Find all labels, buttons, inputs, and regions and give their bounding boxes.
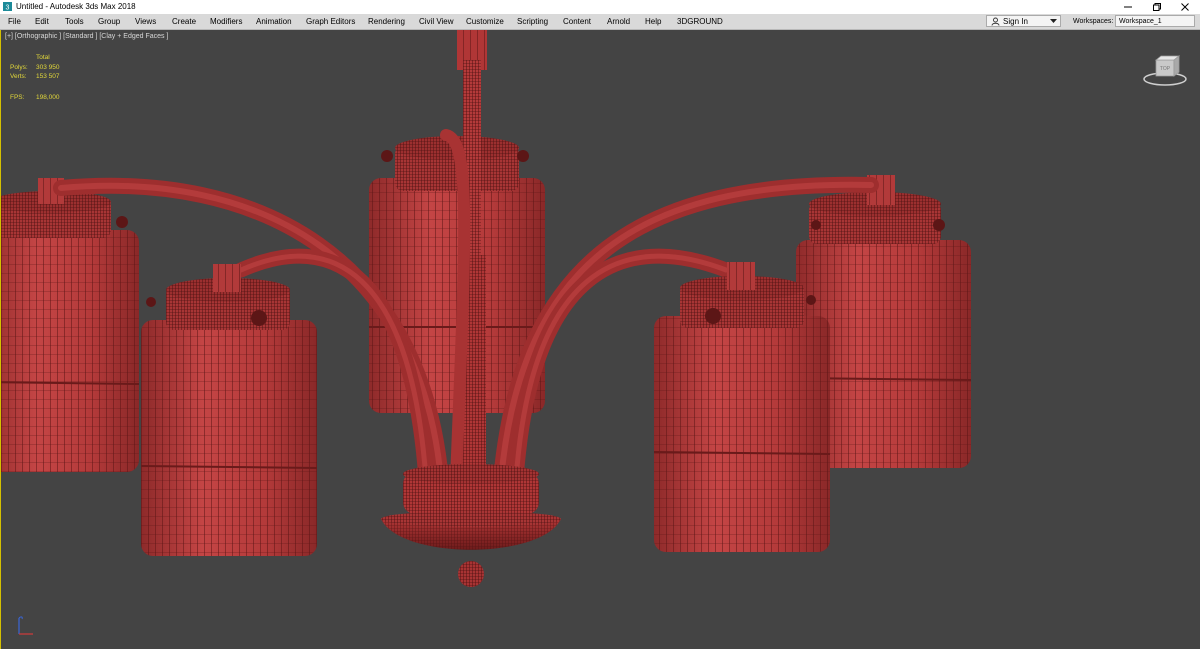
lamp-shade-back-left[interactable]: [1, 178, 140, 472]
close-button[interactable]: [1170, 0, 1200, 14]
stats-polys-value: 303 950: [36, 64, 60, 71]
axis-tripod-icon: [18, 616, 33, 635]
menu-civil-view[interactable]: Civil View: [419, 16, 454, 27]
viewcube-icon[interactable]: TOP: [1139, 52, 1191, 88]
menu-content[interactable]: Content: [563, 16, 591, 27]
menu-graph-editors[interactable]: Graph Editors: [306, 16, 355, 27]
stats-fps-value: 198,000: [36, 94, 60, 101]
menu-arnold[interactable]: Arnold: [607, 16, 630, 27]
svg-text:3: 3: [6, 5, 10, 12]
lamp-shade-front-right[interactable]: [653, 262, 831, 552]
chevron-down-icon: [1050, 19, 1057, 23]
scene-canvas[interactable]: [1, 30, 1200, 649]
menu-help[interactable]: Help: [645, 16, 661, 27]
menu-scripting[interactable]: Scripting: [517, 16, 548, 27]
minimize-button[interactable]: [1113, 0, 1143, 14]
window-title: Untitled - Autodesk 3ds Max 2018: [16, 2, 136, 11]
workspace-select[interactable]: Workspace_1: [1115, 15, 1195, 27]
lamp-shade-front-left[interactable]: [140, 264, 318, 556]
workspaces-label: Workspaces:: [1073, 18, 1114, 25]
restore-button[interactable]: [1142, 0, 1172, 14]
menu-file[interactable]: File: [8, 16, 21, 27]
title-bar: 3 Untitled - Autodesk 3ds Max 2018: [0, 0, 1200, 14]
menu-rendering[interactable]: Rendering: [368, 16, 405, 27]
viewport-orthographic[interactable]: [+] [Orthographic ] [Standard ] [Clay + …: [0, 30, 1200, 649]
workspace-value: Workspace_1: [1119, 18, 1162, 25]
menu-views[interactable]: Views: [135, 16, 156, 27]
close-icon: [1181, 3, 1189, 11]
menu-animation[interactable]: Animation: [256, 16, 292, 27]
menu-group[interactable]: Group: [98, 16, 120, 27]
menu-tools[interactable]: Tools: [65, 16, 84, 27]
stats-total-header: Total: [36, 54, 50, 61]
user-icon: [991, 17, 1000, 26]
menu-3dground[interactable]: 3DGROUND: [677, 16, 723, 27]
minimize-icon: [1124, 6, 1132, 8]
chandelier-base[interactable]: [381, 464, 561, 587]
menu-create[interactable]: Create: [172, 16, 196, 27]
sign-in-dropdown[interactable]: Sign In: [986, 15, 1061, 27]
menu-customize[interactable]: Customize: [466, 16, 504, 27]
stats-polys-label: Polys:: [10, 64, 28, 71]
menu-bar: File Edit Tools Group Views Create Modif…: [0, 14, 1200, 30]
viewport-label[interactable]: [+] [Orthographic ] [Standard ] [Clay + …: [5, 33, 168, 40]
viewcube-face-label: TOP: [1160, 66, 1171, 72]
sign-in-label: Sign In: [1003, 17, 1028, 26]
stats-verts-value: 153 507: [36, 73, 60, 80]
menu-modifiers[interactable]: Modifiers: [210, 16, 242, 27]
app-icon: 3: [3, 2, 12, 11]
stats-verts-label: Verts:: [10, 73, 27, 80]
restore-icon: [1153, 3, 1161, 11]
menu-edit[interactable]: Edit: [35, 16, 49, 27]
stats-fps-label: FPS:: [10, 94, 25, 101]
